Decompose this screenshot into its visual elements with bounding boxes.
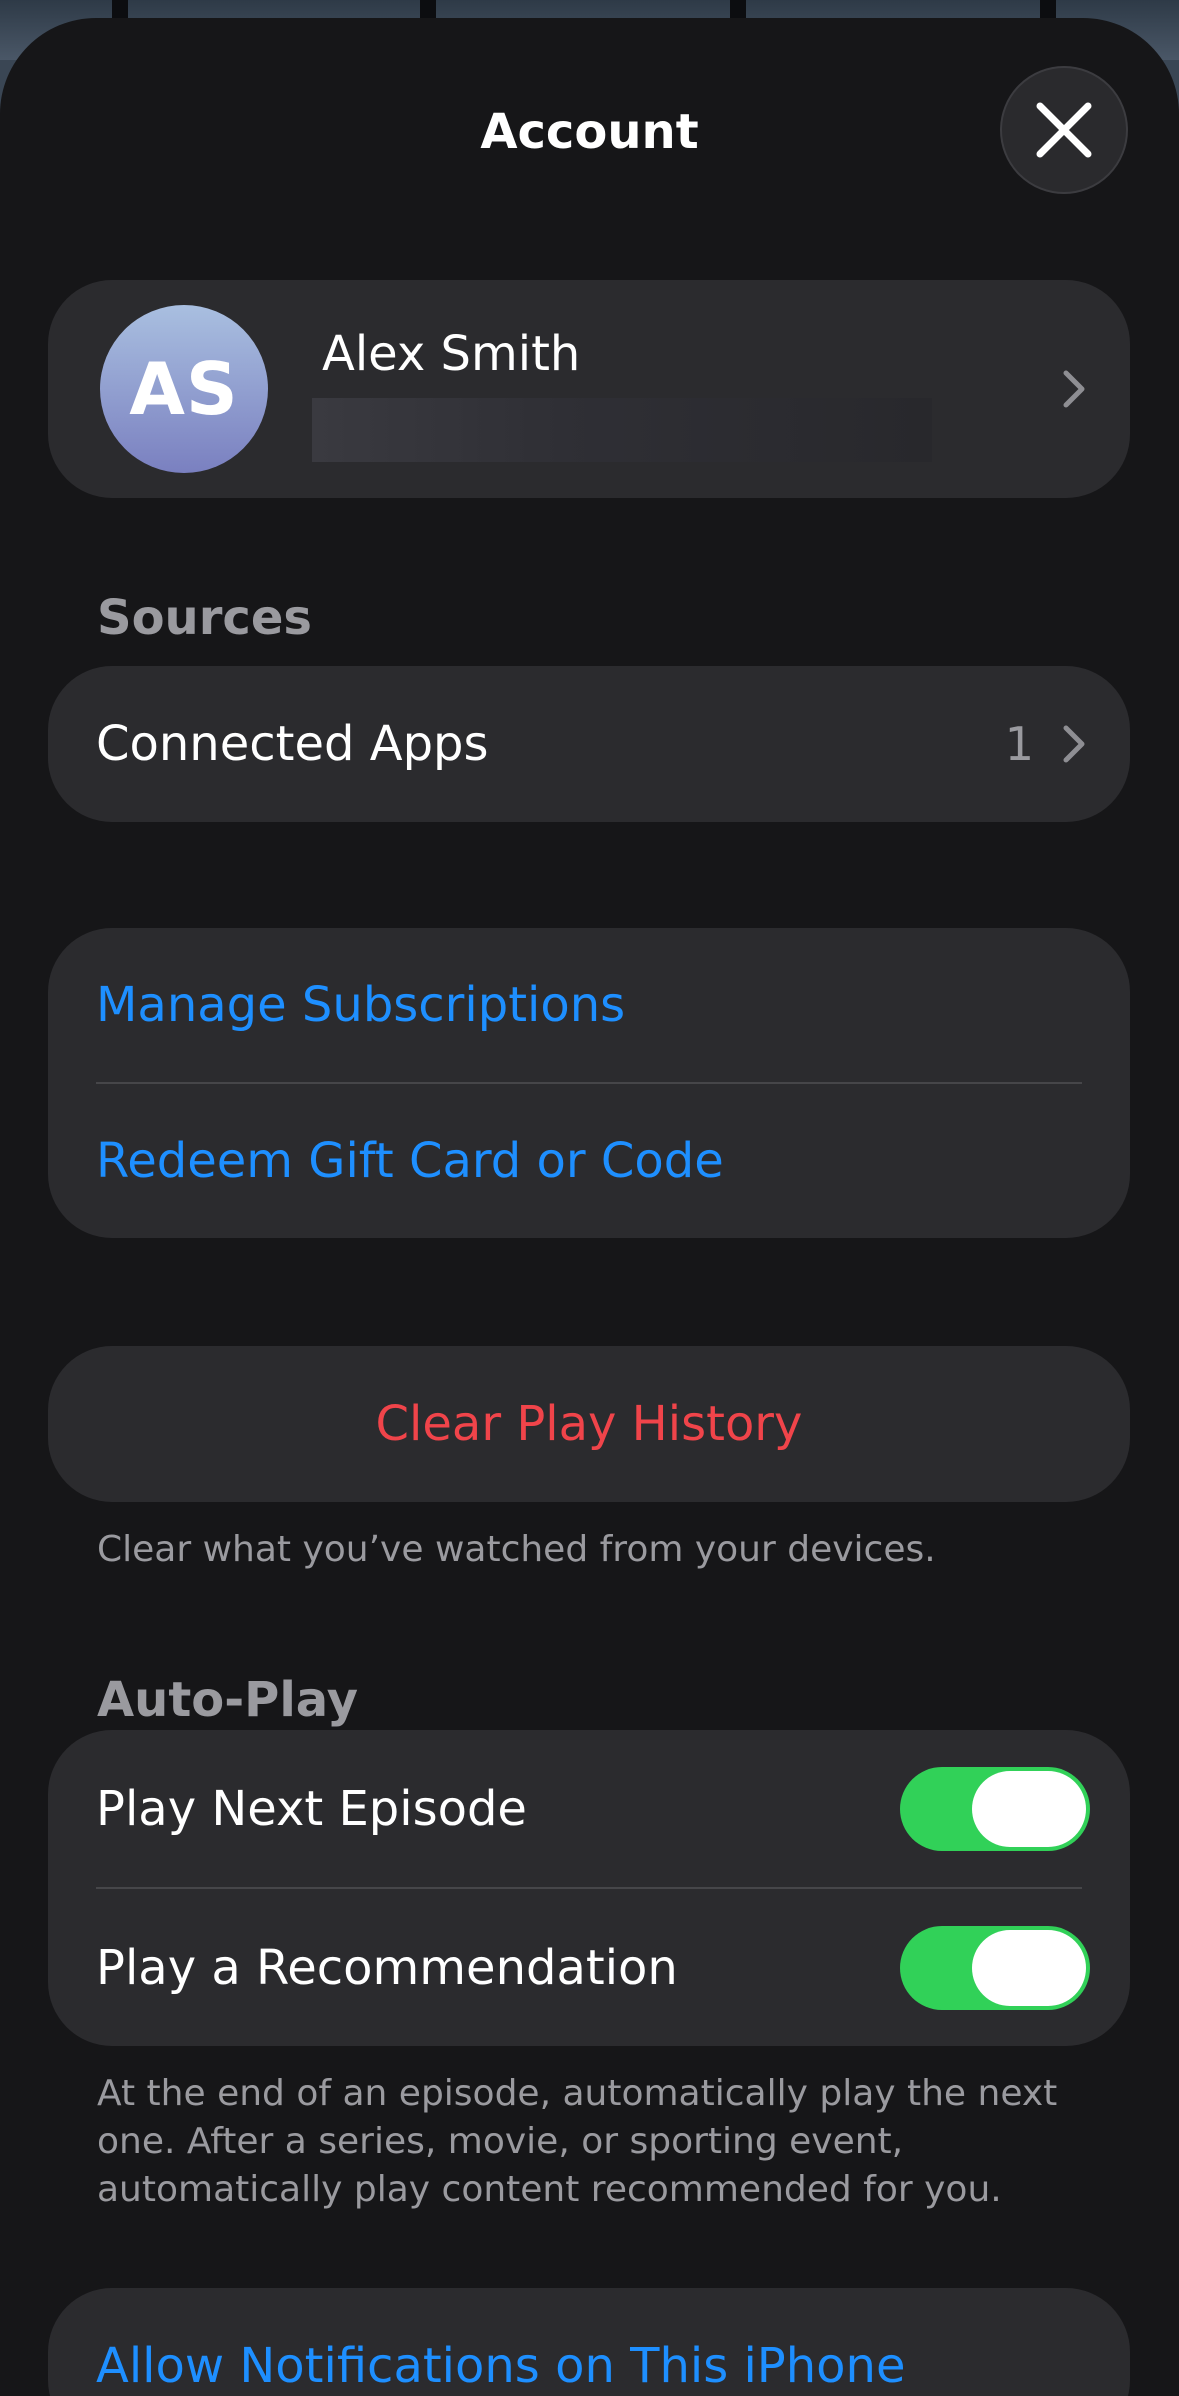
connected-apps-label: Connected Apps [96,716,489,772]
redeem-row[interactable]: Redeem Gift Card or Code [48,1084,1130,1238]
chevron-right-icon [1063,370,1085,408]
avatar-initials: AS [129,347,239,431]
toggle-knob [972,1929,1086,2006]
play-next-episode-label: Play Next Episode [96,1780,527,1837]
play-recommendation-label: Play a Recommendation [96,1939,678,1996]
redeem-link: Redeem Gift Card or Code [96,1133,724,1189]
store-card: Manage Subscriptions Redeem Gift Card or… [48,928,1130,1238]
toggle-knob [972,1770,1086,1847]
sources-card: Connected Apps 1 [48,666,1130,822]
redacted-email [312,398,932,462]
profile-card[interactable]: AS Alex Smith [48,280,1130,498]
section-header-sources: Sources [97,590,312,646]
play-recommendation-row: Play a Recommendation [48,1889,1130,2046]
account-sheet: Account AS Alex Smith Sources Connected … [0,18,1179,2396]
notifications-card: Allow Notifications on This iPhone [48,2288,1130,2396]
play-recommendation-toggle[interactable] [900,1925,1090,2010]
section-header-auto-play: Auto-Play [97,1672,358,1728]
allow-notifications-link: Allow Notifications on This iPhone [96,2338,906,2394]
manage-subscriptions-row[interactable]: Manage Subscriptions [48,928,1130,1082]
play-next-episode-toggle[interactable] [900,1766,1090,1851]
chevron-right-icon [1063,725,1085,763]
avatar: AS [100,305,268,473]
profile-name: Alex Smith [322,326,581,382]
play-next-episode-row: Play Next Episode [48,1730,1130,1887]
clear-history-card: Clear Play History [48,1346,1130,1502]
auto-play-card: Play Next Episode Play a Recommendation [48,1730,1130,2046]
connected-apps-row[interactable]: Connected Apps 1 [48,666,1130,822]
clear-play-history-button[interactable]: Clear Play History [48,1346,1130,1502]
clear-history-footnote: Clear what you’ve watched from your devi… [97,1529,936,1570]
auto-play-footnote: At the end of an episode, automatically … [97,2073,1058,2210]
allow-notifications-row[interactable]: Allow Notifications on This iPhone [48,2288,1130,2396]
close-icon [1036,102,1092,158]
clear-play-history-label: Clear Play History [375,1396,803,1452]
manage-subscriptions-link: Manage Subscriptions [96,977,626,1033]
close-button[interactable] [1000,66,1128,194]
connected-apps-count: 1 [1004,717,1034,771]
